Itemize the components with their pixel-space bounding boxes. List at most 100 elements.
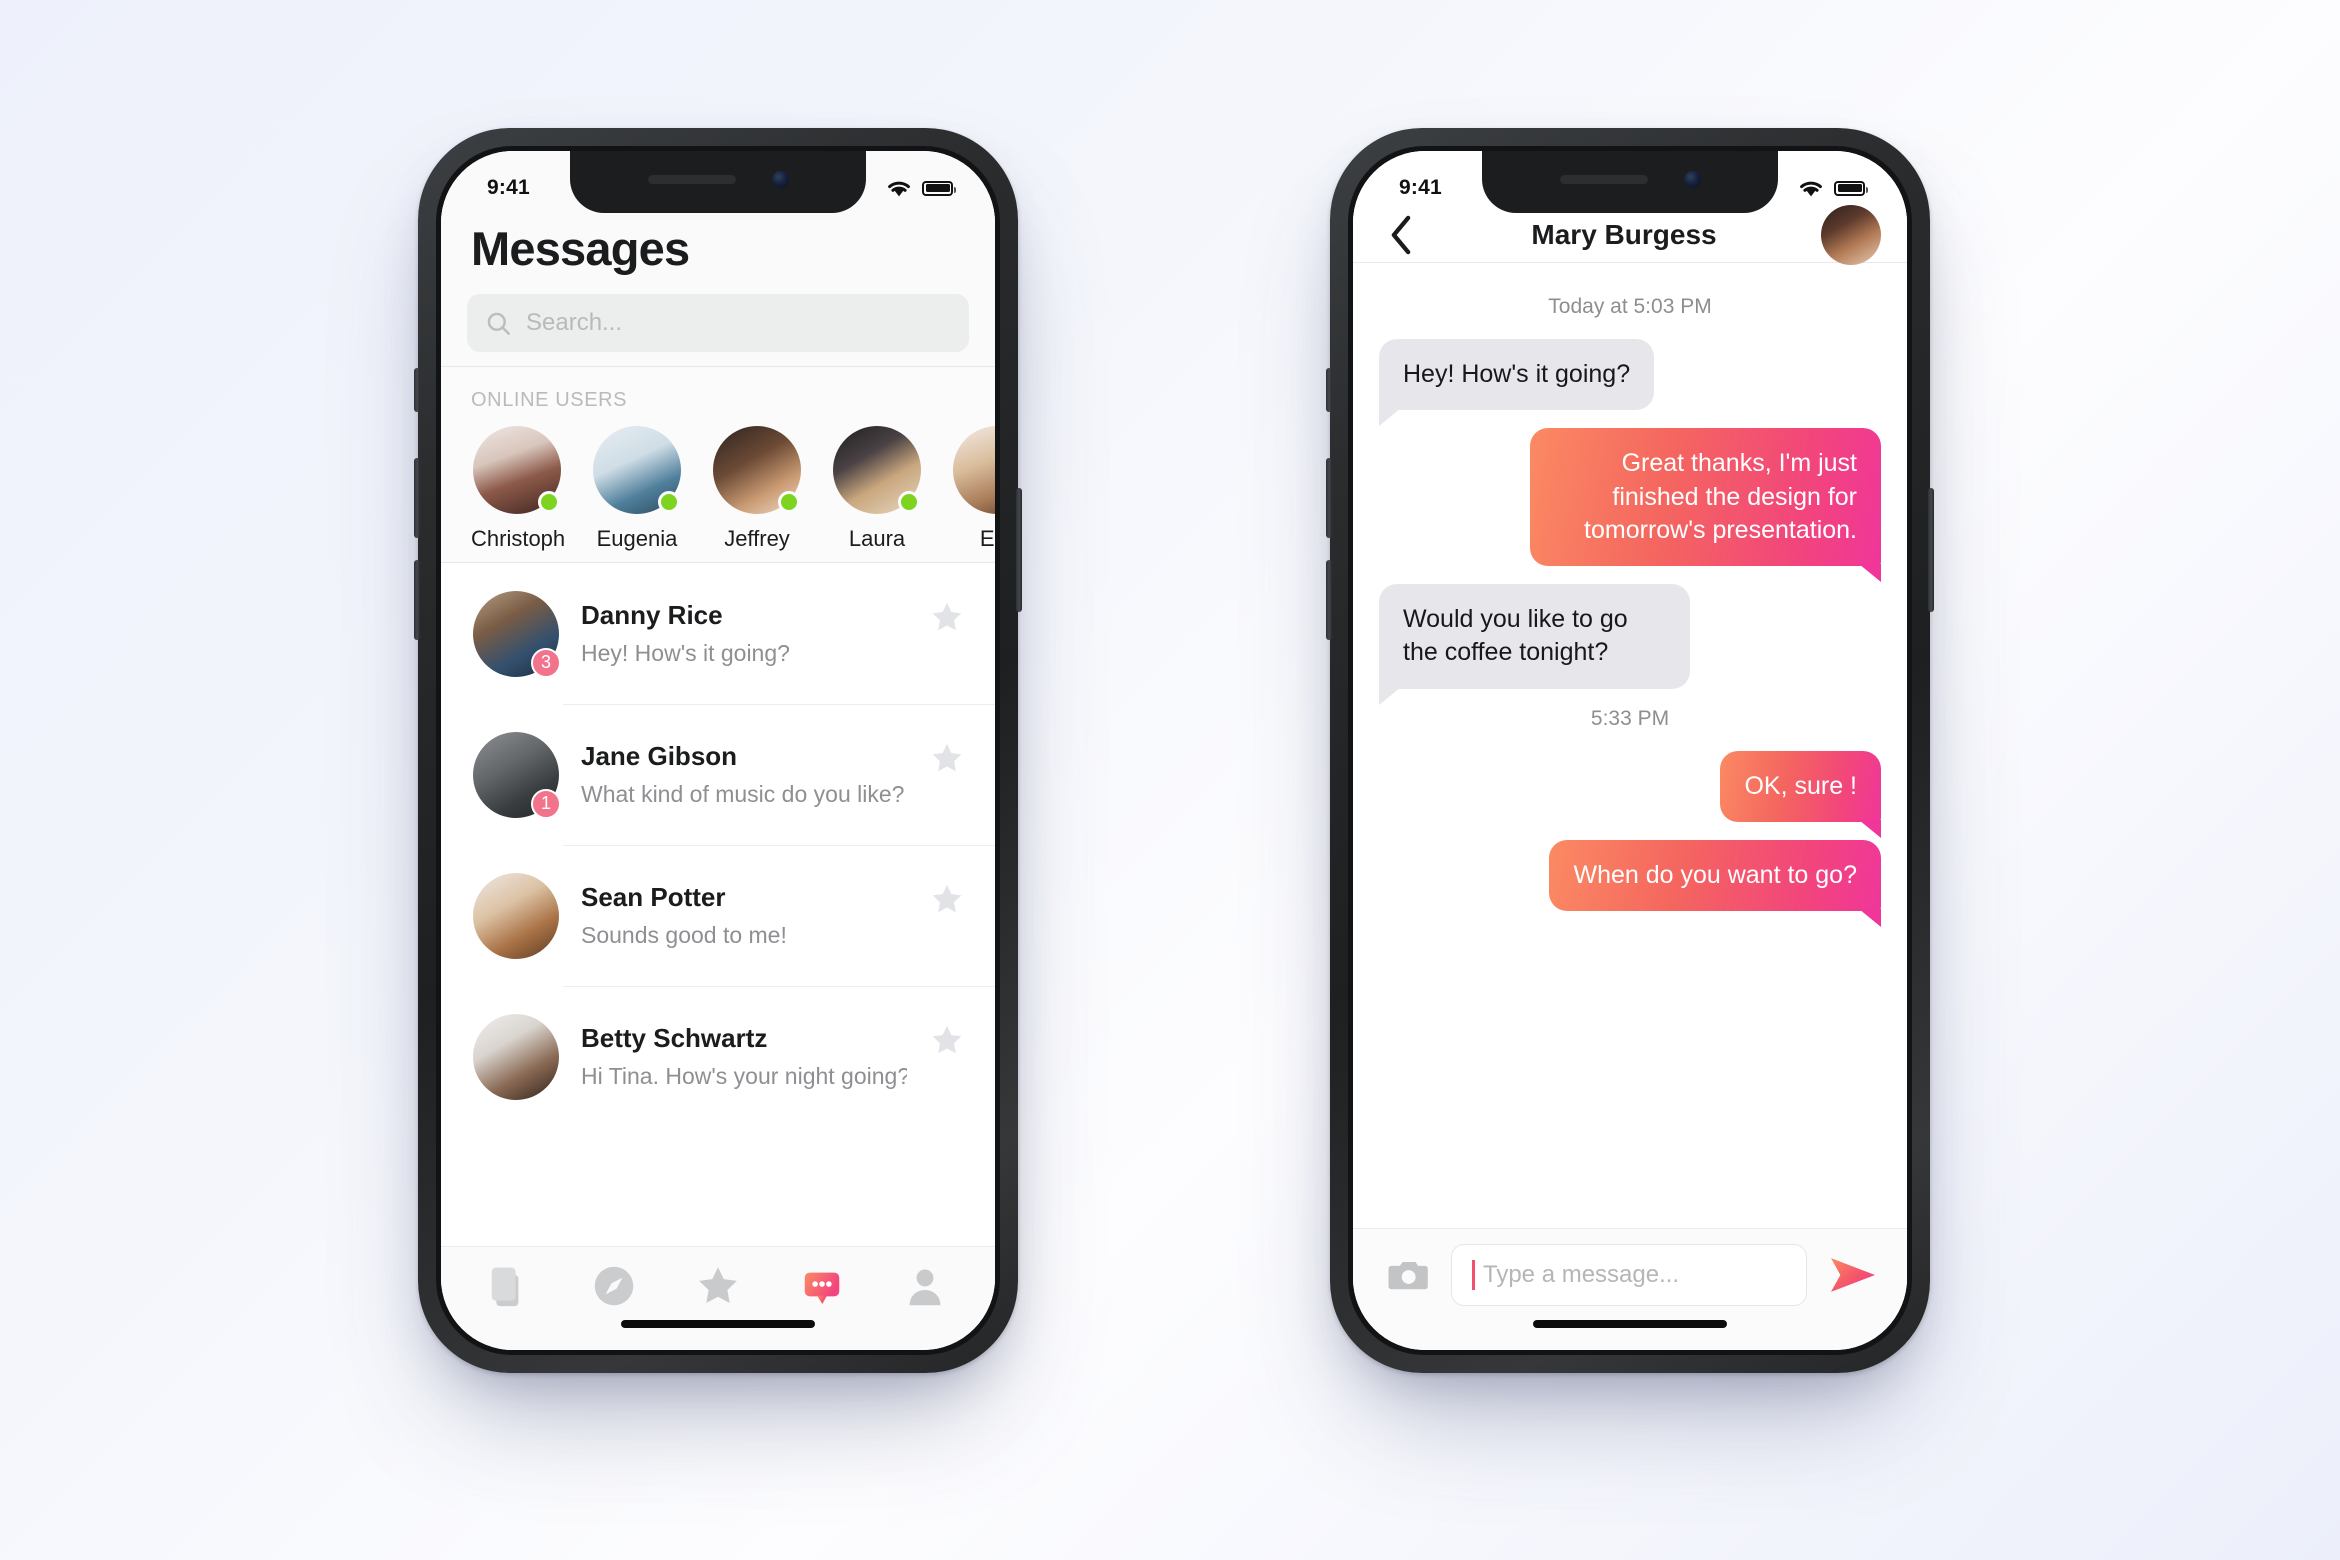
phone-mute-switch[interactable] — [414, 368, 420, 412]
avatar — [473, 426, 561, 514]
tab-favorites[interactable] — [683, 1258, 753, 1314]
online-user-name: Laura — [848, 526, 906, 551]
compass-icon — [595, 1266, 634, 1305]
page-title: Messages — [471, 222, 690, 275]
online-users-label: ONLINE USERS — [471, 389, 628, 411]
online-users-row[interactable]: Christoph Eugenia Jeffrey Laura E — [441, 426, 995, 552]
avatar-image — [953, 426, 995, 514]
unread-badge: 3 — [531, 647, 561, 678]
thread-contact-name: Jane Gibson — [581, 741, 738, 771]
message-bubble[interactable]: Hey! How's it going? — [1379, 339, 1655, 427]
thread-text: Danny Rice Hey! How's it going? — [581, 600, 907, 667]
avatar-image — [473, 872, 559, 959]
tab-cards[interactable] — [476, 1258, 546, 1314]
thread-snippet: What kind of music do you like? — [581, 781, 905, 807]
wifi-icon — [888, 181, 910, 196]
avatar — [833, 426, 921, 514]
table-row[interactable]: 3 Danny Rice Hey! How's it going? — [441, 563, 995, 704]
online-status-dot — [778, 491, 800, 513]
phone-volume-up-button[interactable] — [414, 458, 420, 538]
message-timestamp: 5:33 PM — [1590, 706, 1670, 730]
star-icon[interactable] — [929, 599, 965, 635]
message-composer: Type a message... — [1353, 1228, 1907, 1350]
table-row[interactable]: Betty Schwartz Hi Tina. How's your night… — [441, 986, 995, 1127]
earpiece-speaker — [1559, 174, 1648, 184]
message-row-incoming: Hey! How's it going? — [1379, 339, 1881, 427]
phone-right-chat: 9:41 Mary Burgess Today at 5:03 PM Hey! … — [1326, 128, 1934, 1373]
thread-contact-name: Danny Rice — [581, 600, 723, 630]
status-time: 9:41 — [1399, 176, 1442, 199]
table-row[interactable]: 1 Jane Gibson What kind of music do you … — [441, 704, 995, 845]
tab-discover[interactable] — [579, 1258, 649, 1314]
avatar — [473, 1013, 559, 1100]
battery-full-icon — [922, 180, 956, 196]
online-user-item[interactable]: Christoph — [471, 426, 565, 552]
chat-message-list: Today at 5:03 PM Hey! How's it going? Gr… — [1353, 263, 1907, 1228]
phone-mute-switch[interactable] — [1326, 368, 1332, 412]
star-icon[interactable] — [929, 1022, 965, 1058]
message-row-outgoing: OK, sure ! — [1379, 750, 1881, 839]
phone-power-button[interactable] — [1016, 488, 1022, 612]
avatar-image — [473, 1013, 559, 1100]
message-bubble[interactable]: Great thanks, I'm just finished the desi… — [1529, 428, 1882, 582]
message-bubble[interactable]: OK, sure ! — [1720, 750, 1881, 839]
phone-volume-up-button[interactable] — [1326, 458, 1332, 538]
thread-text: Betty Schwartz Hi Tina. How's your night… — [581, 1023, 907, 1090]
phone-screen-right: 9:41 Mary Burgess Today at 5:03 PM Hey! … — [1353, 151, 1907, 1350]
status-time: 9:41 — [487, 176, 530, 199]
online-status-dot — [658, 491, 680, 513]
conversation-threads-list: 3 Danny Rice Hey! How's it going? 1 Jane… — [441, 563, 995, 1246]
message-bubble[interactable]: When do you want to go? — [1549, 839, 1881, 928]
phone-bezel: 9:41 Mary Burgess Today at 5:03 PM Hey! … — [1348, 146, 1912, 1355]
camera-icon[interactable] — [1387, 1256, 1431, 1294]
avatar — [953, 426, 995, 514]
star-icon[interactable] — [929, 881, 965, 917]
avatar: 1 — [473, 731, 561, 819]
search-placeholder: Search... — [526, 309, 623, 336]
star-icon — [699, 1266, 737, 1303]
wifi-icon — [1800, 181, 1822, 196]
phone-volume-down-button[interactable] — [1326, 560, 1332, 640]
person-icon — [909, 1269, 941, 1305]
online-user-item[interactable]: Ear — [951, 426, 995, 552]
home-indicator[interactable] — [1533, 1320, 1727, 1328]
star-icon[interactable] — [929, 740, 965, 776]
thread-text: Jane Gibson What kind of music do you li… — [581, 741, 907, 808]
cards-stack-icon — [491, 1267, 519, 1306]
phone-power-button[interactable] — [1928, 488, 1934, 612]
notch — [570, 151, 866, 213]
phone-screen-left: 9:41 Messages Search... ONLINE USERS Chr… — [441, 151, 995, 1350]
chevron-left-icon — [1391, 215, 1411, 254]
chat-bubble-icon — [804, 1272, 839, 1304]
send-arrow-icon[interactable] — [1827, 1252, 1879, 1298]
message-row-outgoing: Great thanks, I'm just finished the desi… — [1379, 428, 1882, 582]
back-button[interactable] — [1381, 215, 1421, 255]
avatar[interactable] — [1821, 204, 1881, 265]
thread-text: Sean Potter Sounds good to me! — [581, 882, 907, 949]
front-camera-icon — [771, 170, 789, 188]
avatar: 3 — [473, 590, 561, 678]
search-input[interactable]: Search... — [467, 294, 969, 352]
avatar — [593, 426, 681, 514]
text-cursor — [1472, 1259, 1475, 1290]
online-user-item[interactable]: Laura — [831, 426, 923, 552]
message-row-incoming: Would you like to go the coffee tonight? — [1379, 584, 1881, 704]
table-row[interactable]: Sean Potter Sounds good to me! — [441, 845, 995, 986]
online-status-dot — [898, 491, 920, 513]
home-indicator[interactable] — [621, 1320, 815, 1328]
online-user-name: Eugenia — [596, 526, 678, 551]
search-icon — [487, 312, 510, 335]
tab-profile[interactable] — [890, 1258, 960, 1314]
phone-volume-down-button[interactable] — [414, 560, 420, 640]
thread-contact-name: Sean Potter — [581, 882, 726, 912]
phone-left-messages-list: 9:41 Messages Search... ONLINE USERS Chr… — [414, 128, 1022, 1373]
status-indicators — [886, 179, 956, 198]
message-placeholder: Type a message... — [1483, 1260, 1680, 1288]
message-input[interactable]: Type a message... — [1451, 1243, 1807, 1306]
online-user-item[interactable]: Jeffrey — [711, 426, 803, 552]
online-user-item[interactable]: Eugenia — [591, 426, 683, 552]
tab-messages[interactable] — [787, 1258, 857, 1314]
online-user-name: Ear — [979, 526, 995, 551]
online-users-section: ONLINE USERS Christoph Eugenia Jeffrey L… — [441, 367, 995, 562]
message-bubble[interactable]: Would you like to go the coffee tonight? — [1379, 584, 1691, 704]
